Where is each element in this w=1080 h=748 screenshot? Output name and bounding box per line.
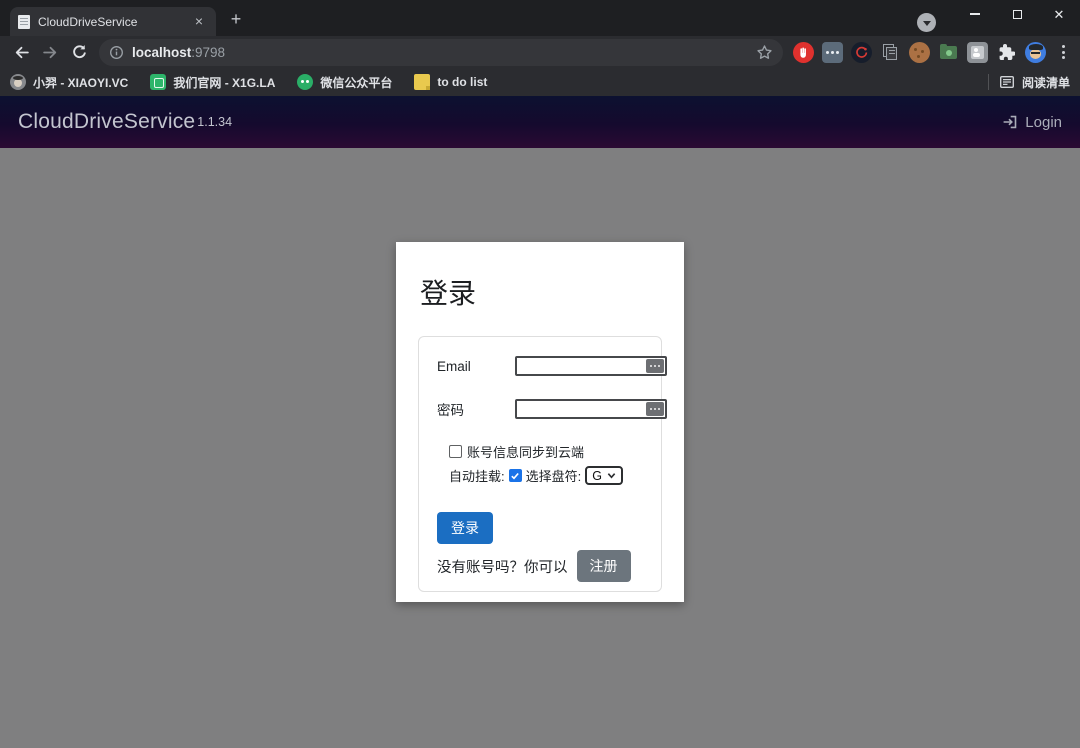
- info-icon[interactable]: [109, 45, 124, 60]
- address-bar[interactable]: localhost:9798: [99, 38, 783, 66]
- forward-button[interactable]: [37, 39, 63, 65]
- header-login-link[interactable]: Login: [1002, 114, 1062, 131]
- bookmark-label: 微信公众平台: [320, 75, 393, 90]
- bookmark-label: 我们官网 - X1G.LA: [173, 75, 276, 90]
- hand-icon: [800, 46, 806, 58]
- bookmarks-bar: 小羿 - XIAOYI.VC 我们官网 - X1G.LA 微信公众平台 to d…: [0, 68, 1080, 96]
- ellipsis-icon: [826, 50, 839, 54]
- browser-window: CloudDriveService × + ✕ localhost:9798: [0, 0, 1080, 748]
- login-button[interactable]: 登录: [437, 512, 493, 544]
- login-card: 登录 Email 密码 账号信息同步到云端 自动挂载: 选择盘符: G 登录 没…: [396, 242, 684, 602]
- brand-title: CloudDriveService: [18, 110, 196, 133]
- site-header: CloudDriveService 1.1.34 Login: [0, 96, 1080, 148]
- reload-icon: [72, 44, 86, 58]
- drive-letter-label: 选择盘符:: [525, 469, 582, 484]
- window-close-button[interactable]: ✕: [1038, 0, 1080, 28]
- login-icon: [1003, 115, 1017, 129]
- back-button[interactable]: [8, 39, 34, 65]
- bookmark-item[interactable]: 微信公众平台: [297, 74, 392, 91]
- bookmark-label: to do list: [437, 75, 488, 89]
- login-form: Email 密码 账号信息同步到云端 自动挂载: 选择盘符: G 登录 没有账号…: [418, 336, 667, 592]
- tab-search-button[interactable]: [917, 13, 936, 32]
- avatar-hair-icon: [1028, 44, 1043, 50]
- check-icon: [511, 472, 519, 480]
- page-body: 登录 Email 密码 账号信息同步到云端 自动挂载: 选择盘符: G 登录 没…: [0, 148, 1080, 748]
- register-prompt: 没有账号吗？你可以: [437, 559, 568, 576]
- kebab-icon: [1061, 45, 1065, 48]
- folder-badge-icon: [946, 49, 952, 56]
- password-label: 密码: [437, 403, 464, 418]
- tab-title: CloudDriveService: [38, 14, 138, 29]
- drive-letter-value: G: [592, 468, 602, 483]
- reading-list-button[interactable]: 阅读清单: [999, 74, 1070, 91]
- avatar-glasses-icon: [1031, 51, 1040, 54]
- puzzle-icon: [999, 43, 1015, 60]
- email-field[interactable]: [514, 356, 667, 376]
- bookmark-label: 小羿 - XIAOYI.VC: [33, 75, 129, 90]
- photo-icon: [971, 45, 984, 59]
- password-field[interactable]: [514, 399, 667, 419]
- pages-extension-icon[interactable]: [880, 42, 901, 63]
- site-favicon: [150, 74, 167, 90]
- page-front-icon: [886, 46, 897, 60]
- cookie-dots-icon: [914, 47, 917, 51]
- drive-letter-select[interactable]: G: [585, 466, 623, 485]
- close-icon: ✕: [1053, 6, 1065, 22]
- chevron-down-icon: [922, 20, 931, 26]
- brand-version: 1.1.34: [197, 115, 233, 129]
- minimize-icon: [970, 13, 980, 15]
- window-maximize-button[interactable]: [996, 0, 1038, 28]
- wechat-favicon: [297, 74, 314, 90]
- extensions-puzzle-button[interactable]: [996, 42, 1017, 63]
- automount-label: 自动挂载:: [449, 469, 505, 484]
- browser-tab[interactable]: CloudDriveService ×: [10, 7, 216, 36]
- avatar-favicon: [10, 74, 26, 90]
- bookmark-item[interactable]: to do list: [414, 74, 487, 90]
- bookmark-item[interactable]: 我们官网 - X1G.LA: [150, 74, 275, 91]
- cookie-extension-icon[interactable]: [909, 41, 930, 63]
- comet-icon: [856, 46, 868, 58]
- adguard-extension-icon[interactable]: [793, 41, 814, 63]
- chevron-down-icon: [607, 473, 616, 479]
- reload-button[interactable]: [66, 39, 92, 65]
- tab-close-icon[interactable]: ×: [190, 13, 208, 31]
- window-minimize-button[interactable]: [954, 0, 996, 28]
- image-extension-icon[interactable]: [967, 41, 988, 63]
- profile-avatar[interactable]: [1025, 41, 1046, 63]
- url-port: :9798: [191, 44, 226, 60]
- sync-to-cloud-label: 账号信息同步到云端: [467, 445, 585, 460]
- header-login-label: Login: [1025, 113, 1062, 131]
- divider: [987, 74, 989, 90]
- back-icon: [15, 46, 29, 58]
- password-manager-icon[interactable]: [646, 359, 664, 373]
- reading-list-label: 阅读清单: [1021, 75, 1070, 90]
- reading-list-icon: [999, 76, 1014, 89]
- dots-extension-icon[interactable]: [822, 41, 843, 63]
- folder-extension-icon[interactable]: [938, 42, 959, 63]
- tab-favicon-icon: [18, 14, 30, 29]
- automount-checkbox[interactable]: [508, 469, 522, 482]
- note-favicon: [414, 74, 431, 90]
- register-button[interactable]: 注册: [576, 550, 631, 582]
- browser-toolbar: localhost:9798: [0, 36, 1080, 68]
- tab-strip: CloudDriveService × + ✕: [0, 0, 1080, 36]
- forward-icon: [42, 46, 56, 58]
- email-label: Email: [437, 358, 471, 374]
- login-card-title: 登录: [420, 278, 477, 309]
- sync-to-cloud-checkbox[interactable]: [449, 445, 462, 458]
- password-manager-icon[interactable]: [646, 402, 664, 416]
- extensions-row: [789, 41, 1072, 63]
- url-host: localhost: [132, 44, 192, 60]
- maximize-icon: [1012, 9, 1022, 19]
- dark-mode-extension-icon[interactable]: [851, 41, 872, 63]
- bookmark-star-icon[interactable]: [756, 44, 773, 61]
- avatar-face-icon: [1030, 48, 1041, 59]
- bookmark-item[interactable]: 小羿 - XIAOYI.VC: [10, 74, 128, 91]
- browser-menu-button[interactable]: [1054, 41, 1072, 63]
- new-tab-button[interactable]: +: [222, 6, 250, 34]
